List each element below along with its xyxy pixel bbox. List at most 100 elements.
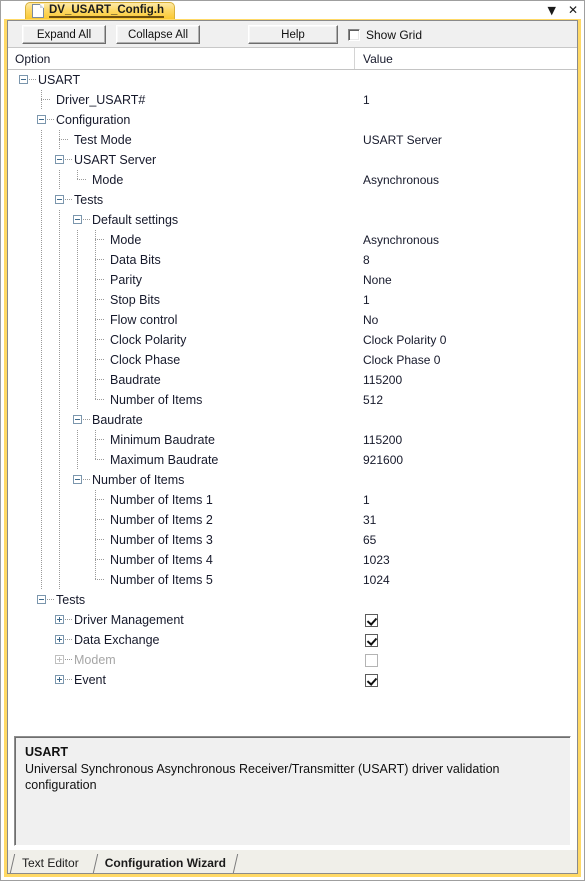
tree-row[interactable]: USART Server [8,150,577,170]
tree-value-checkbox[interactable] [365,673,378,687]
tree-value-cell[interactable]: Asynchronous [355,230,577,250]
tree-row[interactable]: Number of Items 3 65 [8,530,577,550]
tree-value-cell[interactable]: Asynchronous [355,170,577,190]
collapse-all-button[interactable]: Collapse All [116,25,200,44]
tree-collapse-icon[interactable] [19,75,28,84]
tree-value-cell[interactable]: No [355,310,577,330]
tree-value-checkbox[interactable] [365,613,378,627]
tree-value-cell[interactable]: 1 [355,290,577,310]
tree-row[interactable]: Default settings [8,210,577,230]
tree-row[interactable]: Tests [8,190,577,210]
tree-row[interactable]: Stop Bits 1 [8,290,577,310]
tree-row[interactable]: Maximum Baudrate 921600 [8,450,577,470]
tree-option-cell[interactable]: Modem [8,650,355,670]
tree-value-checkbox[interactable] [365,653,378,667]
tree-row[interactable]: Test Mode USART Server [8,130,577,150]
tree-value-cell[interactable]: 1024 [355,570,577,590]
tree-option-cell[interactable]: Mode [8,170,355,190]
tree-value-cell[interactable] [355,70,577,90]
tree-option-cell[interactable]: USART [8,70,355,90]
tree-row[interactable]: Driver_USART# 1 [8,90,577,110]
expand-all-button[interactable]: Expand All [22,25,106,44]
tree-row[interactable]: Baudrate [8,410,577,430]
tree-option-cell[interactable]: Number of Items 4 [8,550,355,570]
tree-option-cell[interactable]: Number of Items [8,390,355,410]
tree-row[interactable]: Tests [8,590,577,610]
show-grid-checkbox[interactable] [348,28,360,41]
tree-option-cell[interactable]: Tests [8,190,355,210]
tree-option-cell[interactable]: Number of Items 3 [8,530,355,550]
tree-value-cell[interactable]: 512 [355,390,577,410]
tree-option-cell[interactable]: Baudrate [8,410,355,430]
tree-option-cell[interactable]: Configuration [8,110,355,130]
tree-row[interactable]: Number of Items 4 1023 [8,550,577,570]
bottom-tab-text-editor[interactable]: Text Editor [8,852,91,873]
tree-row[interactable]: Clock Polarity Clock Polarity 0 [8,330,577,350]
tree-row[interactable]: Parity None [8,270,577,290]
tree-collapse-icon[interactable] [73,215,82,224]
tree-row[interactable]: Clock Phase Clock Phase 0 [8,350,577,370]
tree-row[interactable]: Driver Management [8,610,577,630]
tree-value-cell[interactable]: 115200 [355,370,577,390]
tree-option-cell[interactable]: Driver Management [8,610,355,630]
tree-option-cell[interactable]: Driver_USART# [8,90,355,110]
column-header-option[interactable]: Option [8,48,355,69]
tree-value-cell[interactable] [355,110,577,130]
document-tab[interactable]: DV_USART_Config.h [25,2,175,19]
tree-value-cell[interactable] [355,650,577,670]
tree-value-cell[interactable]: 31 [355,510,577,530]
tree-option-cell[interactable]: Number of Items 1 [8,490,355,510]
tree-value-cell[interactable] [355,670,577,690]
tree-value-cell[interactable]: USART Server [355,130,577,150]
bottom-tab-configuration-wizard[interactable]: Configuration Wizard [91,852,239,873]
tree-value-cell[interactable] [355,150,577,170]
tree-row[interactable]: Number of Items [8,470,577,490]
tree-option-cell[interactable]: Data Exchange [8,630,355,650]
chevron-down-icon[interactable]: ▼ [547,5,555,16]
tree-value-cell[interactable]: 921600 [355,450,577,470]
tree-collapse-icon[interactable] [37,595,46,604]
tree-option-cell[interactable]: Number of Items 5 [8,570,355,590]
tree-collapse-icon[interactable] [37,115,46,124]
tree-expand-icon[interactable] [55,615,64,624]
tree-option-cell[interactable]: Event [8,670,355,690]
tree-row[interactable]: Number of Items 512 [8,390,577,410]
tree-value-checkbox[interactable] [365,633,378,647]
tree-row[interactable]: Minimum Baudrate 115200 [8,430,577,450]
tree-value-cell[interactable] [355,470,577,490]
tree-collapse-icon[interactable] [73,415,82,424]
tree-option-cell[interactable]: Parity [8,270,355,290]
tree-row[interactable]: Number of Items 1 1 [8,490,577,510]
tree-option-cell[interactable]: Data Bits [8,250,355,270]
tree-option-cell[interactable]: Flow control [8,310,355,330]
tree-value-cell[interactable]: 115200 [355,430,577,450]
tree-row[interactable]: Baudrate 115200 [8,370,577,390]
tree-value-cell[interactable]: 1 [355,490,577,510]
tree-option-cell[interactable]: Mode [8,230,355,250]
tree-expand-icon[interactable] [55,655,64,664]
tree-option-cell[interactable]: Number of Items [8,470,355,490]
tree-value-cell[interactable]: 1 [355,90,577,110]
tree-option-cell[interactable]: Stop Bits [8,290,355,310]
tree-value-cell[interactable] [355,610,577,630]
tree-value-cell[interactable]: 8 [355,250,577,270]
configuration-tree[interactable]: USART Driver_USART# 1 Configuration Test Mod… [8,70,577,730]
tree-option-cell[interactable]: Baudrate [8,370,355,390]
tree-collapse-icon[interactable] [55,155,64,164]
tree-row[interactable]: Number of Items 5 1024 [8,570,577,590]
column-header-value[interactable]: Value [355,48,577,69]
tree-option-cell[interactable]: Tests [8,590,355,610]
tree-row[interactable]: Data Exchange [8,630,577,650]
tree-option-cell[interactable]: Clock Polarity [8,330,355,350]
tree-value-cell[interactable]: Clock Phase 0 [355,350,577,370]
close-icon[interactable]: ✕ [568,4,578,16]
tree-option-cell[interactable]: Minimum Baudrate [8,430,355,450]
tree-value-cell[interactable] [355,190,577,210]
tree-expand-icon[interactable] [55,675,64,684]
tree-value-cell[interactable]: 65 [355,530,577,550]
tree-option-cell[interactable]: Maximum Baudrate [8,450,355,470]
tree-collapse-icon[interactable] [73,475,82,484]
tree-option-cell[interactable]: Number of Items 2 [8,510,355,530]
tree-row[interactable]: Event [8,670,577,690]
tree-option-cell[interactable]: USART Server [8,150,355,170]
